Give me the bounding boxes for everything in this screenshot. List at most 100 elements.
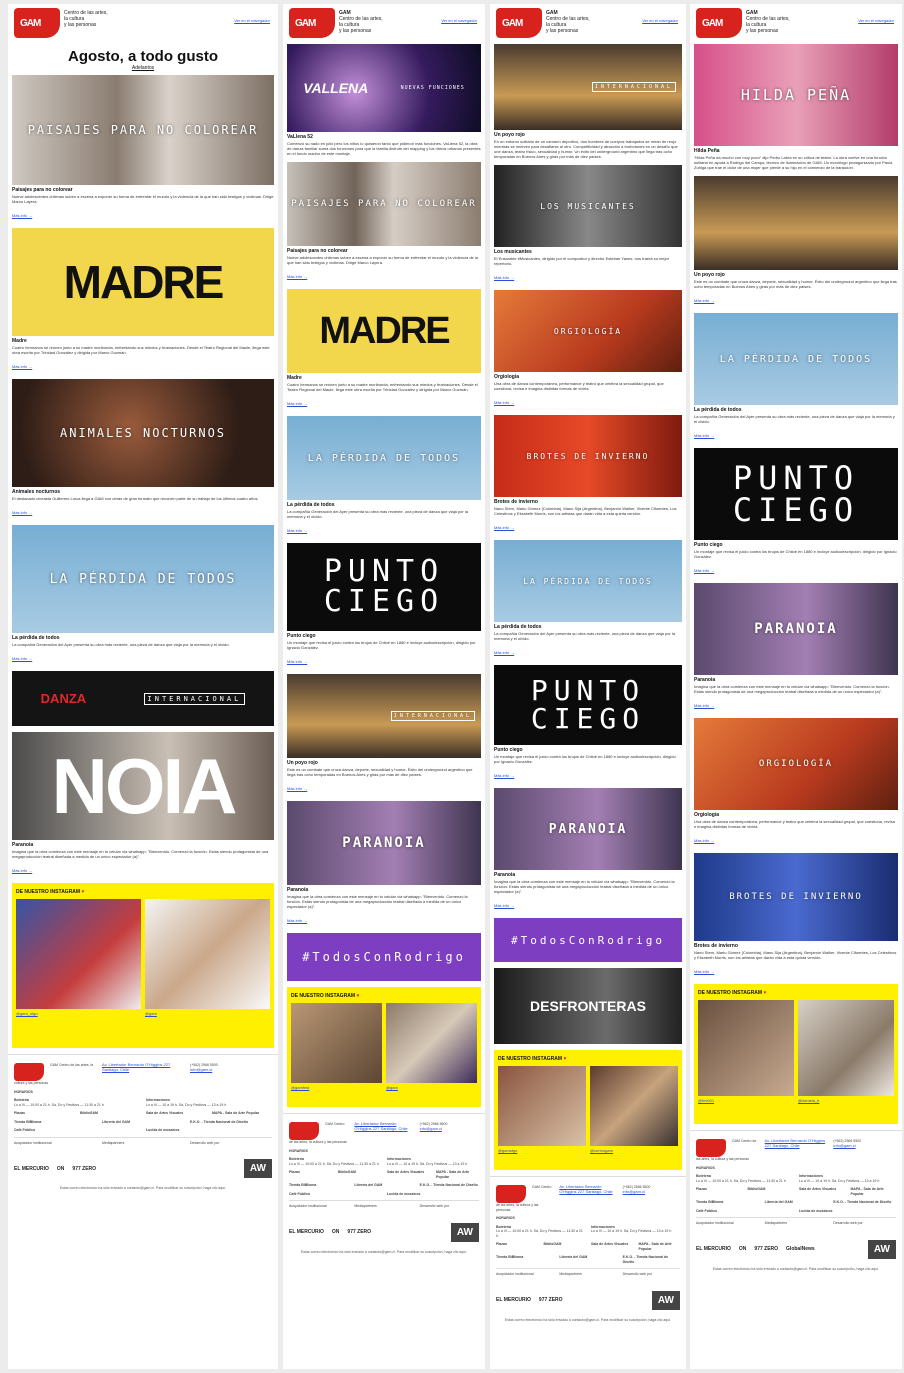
event-image[interactable]: MADRE <box>12 228 274 336</box>
event-image[interactable]: NOIA <box>12 732 274 840</box>
instagram-handle[interactable]: @gamstgo <box>498 1146 586 1153</box>
more-info-link[interactable]: Más info → <box>494 650 514 655</box>
more-info-link[interactable]: Más info → <box>12 364 32 369</box>
more-info-link[interactable]: Más info → <box>287 274 307 279</box>
email-link[interactable]: info@gam.cl <box>833 1143 855 1148</box>
more-info-link[interactable]: Más info → <box>694 298 714 303</box>
more-info-link[interactable]: Más info → <box>287 659 307 664</box>
more-info-link[interactable]: Más info → <box>494 400 514 405</box>
event-description: Comenzó su nado en julio pero los niños … <box>287 141 481 156</box>
event-image[interactable]: PARANOIA <box>694 583 898 675</box>
gam-logo[interactable]: GAM <box>14 8 60 38</box>
event-image[interactable]: ANIMALES NOCTURNOS <box>12 379 274 487</box>
view-in-browser-link[interactable]: Ver en el navegador <box>858 18 894 23</box>
view-in-browser-link[interactable]: Ver en el navegador <box>642 18 678 23</box>
developer-logo[interactable]: AW <box>651 1290 680 1310</box>
more-info-link[interactable]: Más info → <box>494 903 514 908</box>
developer-logo[interactable]: AW <box>867 1239 896 1259</box>
instagram-handle[interactable]: @gam <box>386 1083 477 1090</box>
event-title: Brotes de invierno <box>694 943 738 949</box>
event-image[interactable] <box>694 176 898 270</box>
instagram-photo[interactable] <box>386 1003 477 1083</box>
event-image[interactable]: BROTES DE INVIERNO <box>494 415 682 497</box>
gam-logo[interactable]: GAM <box>289 8 335 38</box>
address-link[interactable]: Av. Libertador Bernardo O'Higgins 227 Sa… <box>102 1062 170 1072</box>
event-image[interactable]: ORGIOLOGÍA <box>694 718 898 810</box>
hashtag-banner[interactable]: #TodosConRodrigo <box>494 918 682 962</box>
more-info-link[interactable]: Más info → <box>12 656 32 661</box>
event-image[interactable]: DESFRONTERAS <box>494 968 682 1044</box>
more-info-link[interactable]: Más info → <box>694 969 714 974</box>
event-card: Un poyo rojo Este es un combate que cruz… <box>690 176 902 307</box>
instagram-handle[interactable]: @centrogam <box>590 1146 678 1153</box>
instagram-photo[interactable] <box>291 1003 382 1083</box>
more-info-link[interactable]: Más info → <box>287 786 307 791</box>
event-image[interactable]: INTERNACIONAL <box>494 44 682 130</box>
instagram-handle[interactable]: @daniela_b <box>798 1096 894 1103</box>
address-link[interactable]: Av. Libertador Bernardo O'Higgins 227 Sa… <box>354 1121 407 1131</box>
event-card: PUNTO CIEGO Punto ciego Un montaje que r… <box>490 665 686 782</box>
instagram-photo[interactable] <box>798 1000 894 1096</box>
event-card: PAISAJES PARA NO COLOREAR Paisajes para … <box>283 162 485 283</box>
more-info-link[interactable]: Más info → <box>494 525 514 530</box>
event-image[interactable]: ORGIOLOGÍA <box>494 290 682 372</box>
hashtag-banner[interactable]: #TodosConRodrigo <box>287 933 481 981</box>
event-image[interactable]: VALLENA NUEVAS FUNCIONES <box>287 44 481 132</box>
gam-logo[interactable]: GAM <box>696 8 742 38</box>
more-info-link[interactable]: Más info → <box>12 213 32 218</box>
more-info-link[interactable]: Más info → <box>494 773 514 778</box>
event-image[interactable]: BROTES DE INVIERNO <box>694 853 898 941</box>
event-image[interactable]: LA PÉRDIDA DE TODOS <box>694 313 898 405</box>
instagram-photo[interactable] <box>145 899 270 1009</box>
address-link[interactable]: Av. Libertador Bernardo O'Higgins 227 Sa… <box>765 1138 825 1148</box>
sponsor-logo: 977 ZERO <box>538 1297 563 1303</box>
instagram-photo[interactable] <box>698 1000 794 1096</box>
event-image[interactable]: PAISAJES PARA NO COLOREAR <box>12 75 274 185</box>
event-image[interactable]: INTERNACIONAL <box>287 674 481 758</box>
view-in-browser-link[interactable]: Ver en el navegador <box>234 18 270 23</box>
instagram-handle[interactable]: @gam_stgo <box>16 1009 141 1016</box>
event-image[interactable]: PUNTO CIEGO <box>694 448 898 540</box>
event-image[interactable]: PARANOIA <box>287 801 481 885</box>
developer-logo[interactable]: AW <box>243 1159 272 1178</box>
instagram-photo[interactable] <box>498 1066 586 1146</box>
more-info-link[interactable]: Más info → <box>694 703 714 708</box>
more-info-link[interactable]: Más info → <box>12 510 32 515</box>
more-info-link[interactable]: Más info → <box>287 401 307 406</box>
more-info-link[interactable]: Más info → <box>494 275 514 280</box>
more-info-link[interactable]: Más info → <box>287 528 307 533</box>
event-image[interactable]: PUNTO CIEGO <box>287 543 481 631</box>
address-link[interactable]: Av. Libertador Bernardo O'Higgins 227 Sa… <box>559 1184 612 1194</box>
email-link[interactable]: info@gam.cl <box>623 1189 645 1194</box>
event-image[interactable]: PAISAJES PARA NO COLOREAR <box>287 162 481 246</box>
newsletter-column-2: GAM GAM Centro de las artes, la cultura y l… <box>283 4 485 1369</box>
event-image[interactable]: MADRE <box>287 289 481 373</box>
event-description: Nueve adolescentes chilenas suben a esce… <box>12 194 274 204</box>
event-image[interactable]: LA PÉRDIDA DE TODOS <box>494 540 682 622</box>
event-image[interactable]: LOS MUSICANTES <box>494 165 682 247</box>
event-image[interactable]: LA PÉRDIDA DE TODOS <box>287 416 481 500</box>
instagram-photo[interactable] <box>16 899 141 1009</box>
more-info-link[interactable]: Más info → <box>694 568 714 573</box>
instagram-handle[interactable]: @fmi001 <box>698 1096 794 1103</box>
instagram-handle[interactable]: @gam <box>145 1009 270 1016</box>
event-image[interactable]: HILDA PEÑA <box>694 44 898 146</box>
event-image[interactable]: PARANOIA <box>494 788 682 870</box>
view-in-browser-link[interactable]: Ver en el navegador <box>441 18 477 23</box>
instagram-handle[interactable]: @gamfest <box>291 1083 382 1090</box>
gam-logo[interactable]: GAM <box>496 8 542 38</box>
event-image[interactable]: LA PÉRDIDA DE TODOS <box>12 525 274 633</box>
event-description: Imagina que la obra comienza con este me… <box>287 894 468 909</box>
instagram-photo[interactable] <box>590 1066 678 1146</box>
more-info-link[interactable]: Más info → <box>694 838 714 843</box>
sponsor-logo: EL MERCURIO <box>496 1297 531 1303</box>
event-image[interactable]: PUNTO CIEGO <box>494 665 682 745</box>
event-title: Paranoia <box>287 887 309 893</box>
more-info-link[interactable]: Más info → <box>12 868 32 873</box>
email-link[interactable]: info@gam.cl <box>420 1126 442 1131</box>
event-image[interactable]: DANZA INTERNACIONAL <box>12 671 274 726</box>
email-link[interactable]: info@gam.cl <box>190 1067 212 1072</box>
developer-logo[interactable]: AW <box>450 1222 479 1242</box>
more-info-link[interactable]: Más info → <box>287 918 307 923</box>
more-info-link[interactable]: Más info → <box>694 433 714 438</box>
